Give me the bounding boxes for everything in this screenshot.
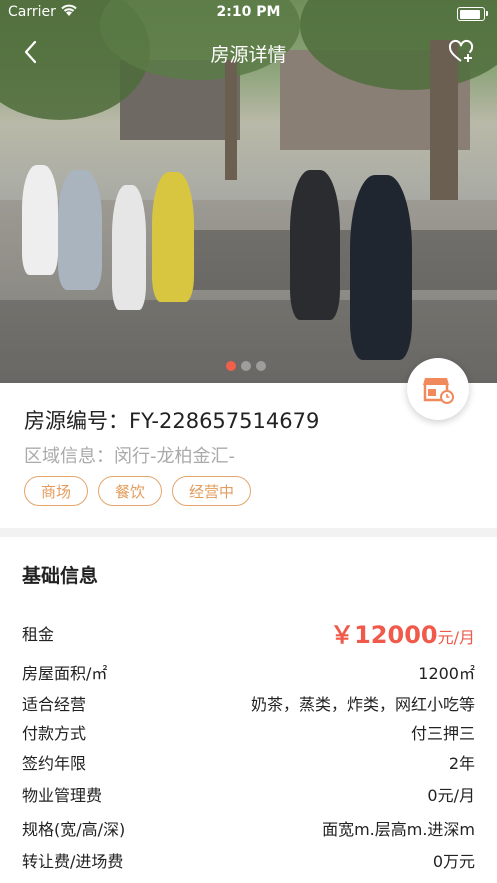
page-title: 房源详情 <box>210 44 287 66</box>
rent-unit: 元/月 <box>437 628 475 647</box>
info-value: 1200㎡ <box>418 664 475 683</box>
page-dot[interactable] <box>241 361 251 371</box>
section-title: 基础信息 <box>22 565 99 587</box>
info-value: 面宽m.层高m.进深m <box>322 820 475 839</box>
info-label: 转让费/进场费 <box>22 852 124 871</box>
rent-currency: ￥ <box>330 621 355 649</box>
info-value: 0元/月 <box>427 786 475 805</box>
info-label: 物业管理费 <box>22 786 103 805</box>
page-dot-active[interactable] <box>226 361 236 371</box>
rent-row: 租金 ￥12000元/月 <box>22 621 475 651</box>
info-label: 付款方式 <box>22 724 87 743</box>
gallery-pagination <box>226 356 271 375</box>
status-bar: Carrier 2:10 PM <box>0 0 497 26</box>
info-value: 付三押三 <box>410 724 475 743</box>
page-dot[interactable] <box>256 361 266 371</box>
clock: 2:10 PM <box>216 4 281 20</box>
rent-label: 租金 <box>22 625 55 644</box>
listing-area: 区域信息：闵行-龙柏金汇- <box>24 446 235 467</box>
tag-dining: 餐饮 <box>98 476 163 506</box>
listing-code: 房源编号：FY-228657514679 <box>24 409 320 433</box>
tag-mall: 商场 <box>24 476 89 506</box>
info-label: 适合经营 <box>22 695 87 714</box>
nav-bar: 房源详情 <box>0 28 497 76</box>
battery-icon <box>457 7 488 21</box>
shop-history-button[interactable] <box>407 358 469 420</box>
favorite-heart-icon[interactable] <box>447 38 475 66</box>
rent-value: 12000 <box>354 621 438 649</box>
tag-list: 商场 餐饮 经营中 <box>24 476 261 506</box>
storefront-clock-icon <box>422 374 454 408</box>
info-value: 奶茶，蒸类，炸类，网红小吃等 <box>250 695 475 714</box>
info-label: 房屋面积/㎡ <box>22 664 108 683</box>
info-label: 签约年限 <box>22 754 87 773</box>
rent-price: ￥12000元/月 <box>330 615 475 650</box>
section-divider <box>0 528 497 537</box>
tag-operating: 经营中 <box>172 476 252 506</box>
info-value: 0万元 <box>432 852 475 871</box>
info-label: 规格(宽/高/深) <box>22 820 126 839</box>
info-value: 2年 <box>448 754 475 773</box>
